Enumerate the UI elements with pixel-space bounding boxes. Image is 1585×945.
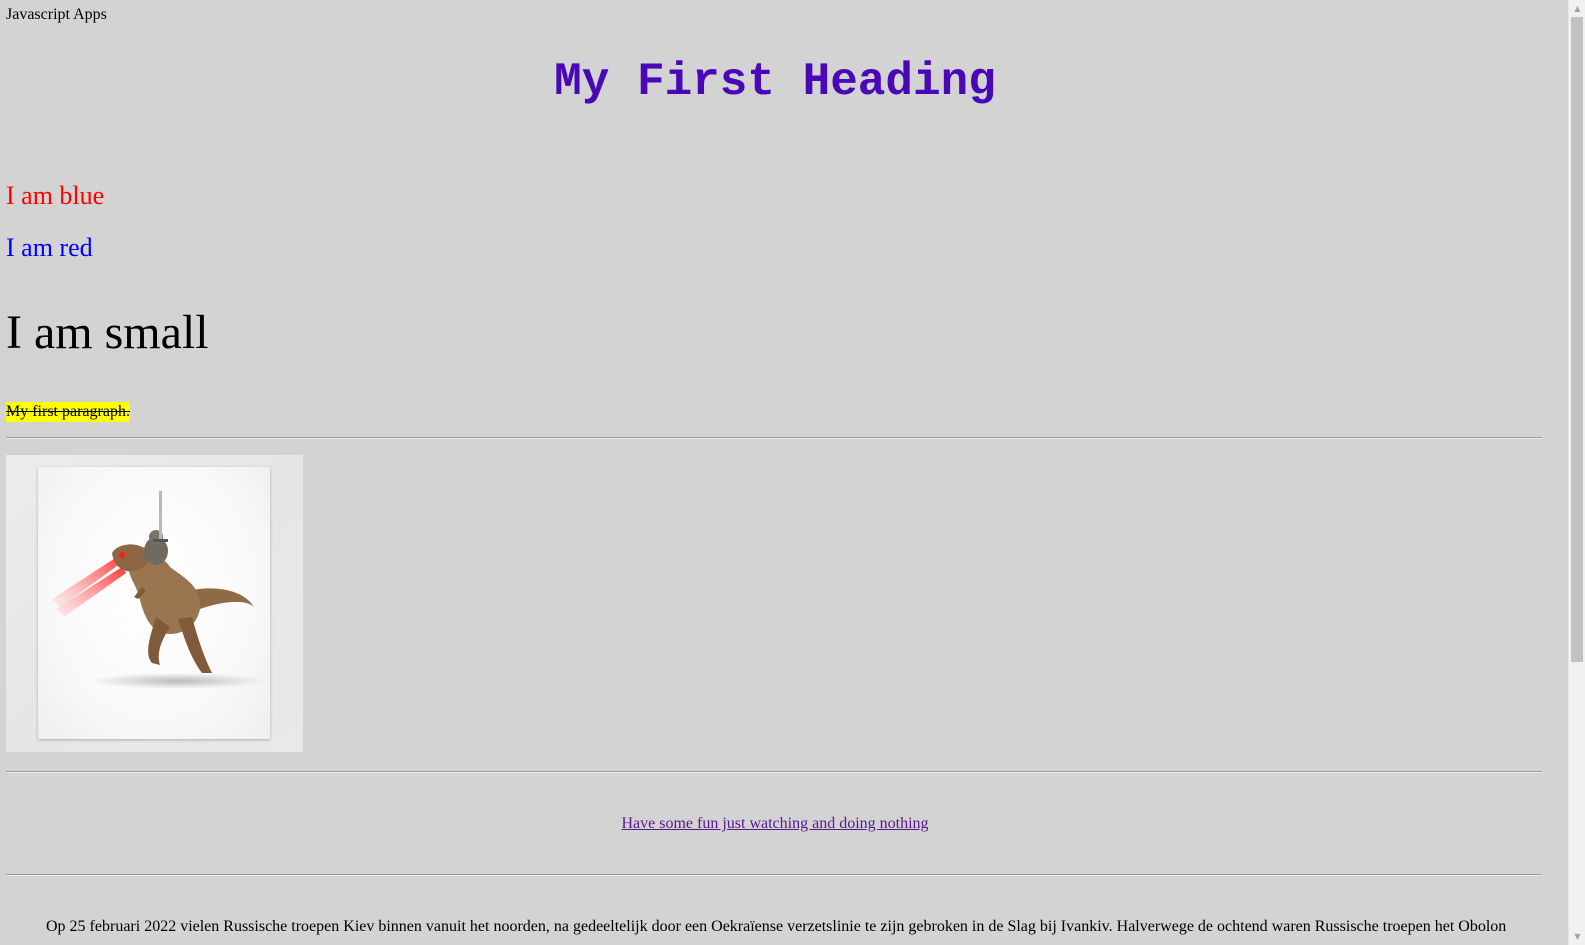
horizontal-divider — [6, 437, 1542, 439]
down-arrow-icon[interactable]: ▼ — [1569, 928, 1585, 945]
up-arrow-icon[interactable]: ▲ — [1569, 0, 1585, 17]
page-content: Javascript Apps My First Heading I am bl… — [0, 0, 1550, 945]
small-text-paragraph: I am small — [6, 306, 209, 359]
link-container: Have some fun just watching and doing no… — [0, 814, 1550, 834]
horizontal-divider — [6, 771, 1542, 773]
fun-link[interactable]: Have some fun just watching and doing no… — [621, 815, 928, 832]
horizontal-divider — [6, 874, 1542, 876]
dinosaur-picture-card — [38, 467, 270, 739]
scrollbar-thumb[interactable] — [1571, 17, 1583, 662]
site-title: Javascript Apps — [6, 6, 107, 23]
blue-text-paragraph: I am blue — [6, 181, 105, 210]
first-paragraph: My first paragraph. — [6, 402, 130, 422]
dinosaur-image — [6, 455, 303, 752]
t-rex-sloth-illustration — [52, 491, 266, 689]
article-paragraph: Op 25 februari 2022 vielen Russische tro… — [46, 918, 1506, 935]
vertical-scrollbar[interactable]: ▲ ▼ — [1568, 0, 1585, 945]
page-heading: My First Heading — [554, 56, 996, 108]
red-text-paragraph: I am red — [6, 233, 93, 262]
